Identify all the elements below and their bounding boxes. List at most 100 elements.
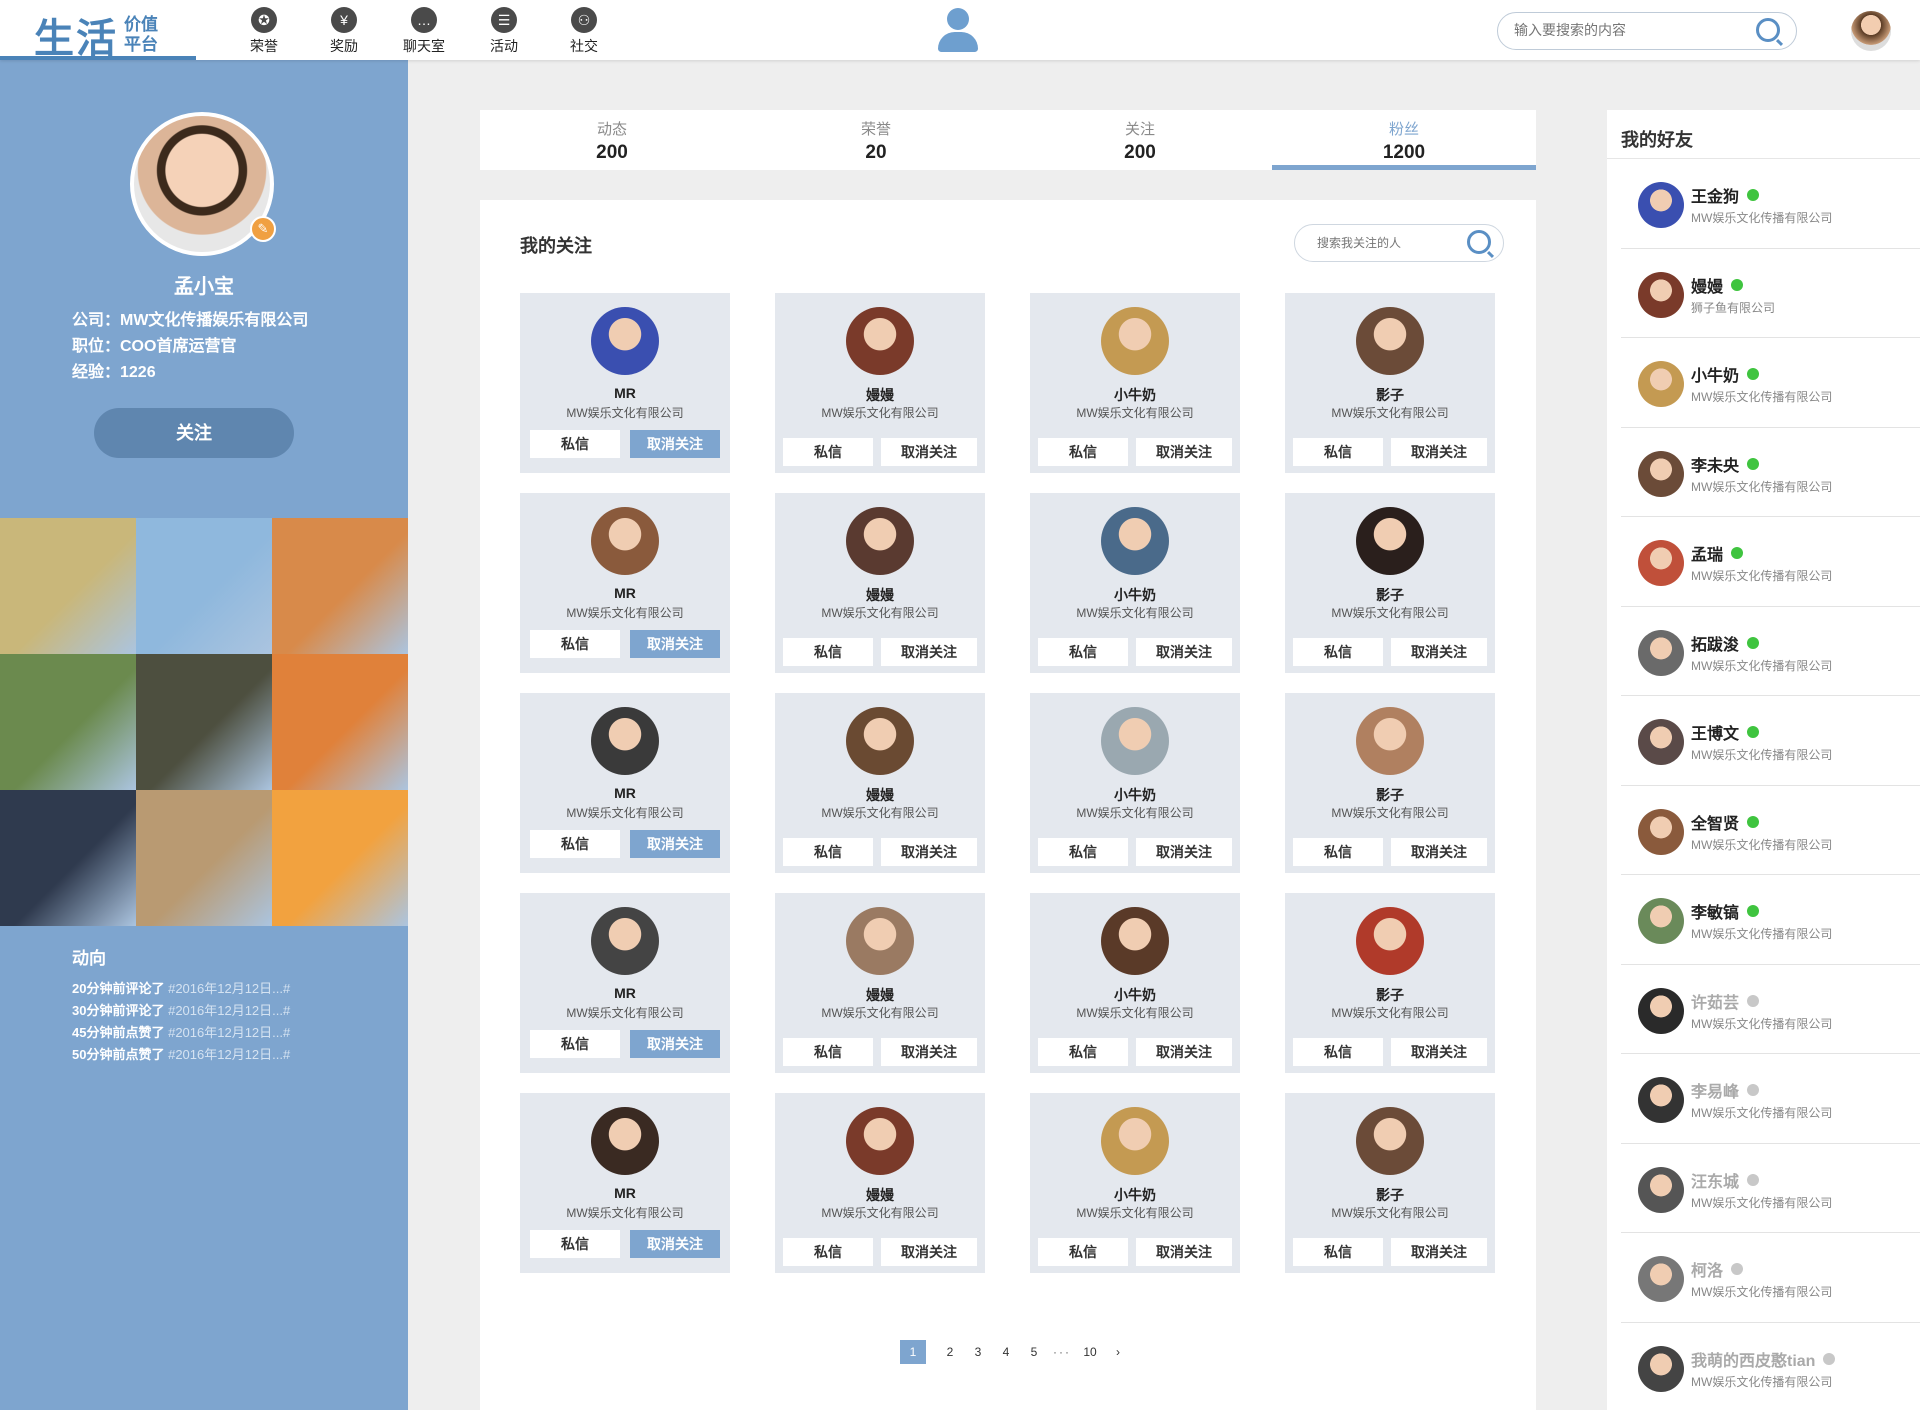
gallery-photo[interactable] (136, 518, 272, 654)
friend-avatar[interactable] (1638, 1166, 1684, 1213)
following-name[interactable]: MR (520, 985, 730, 1001)
friend-item[interactable]: 我萌的西皮憨tian MW娱乐文化传播有限公司 (1621, 1323, 1920, 1410)
stat-tab-0[interactable]: 动态 200 (480, 110, 744, 170)
following-avatar[interactable] (1101, 707, 1169, 775)
page-4[interactable]: 4 (994, 1340, 1018, 1364)
friend-avatar[interactable] (1638, 719, 1684, 765)
activity-tag[interactable]: #2016年12月12日...# (168, 981, 290, 996)
activity-tag[interactable]: #2016年12月12日...# (168, 1047, 290, 1062)
page-10[interactable]: 10 (1078, 1340, 1102, 1364)
unfollow-button[interactable]: 取消关注 (630, 830, 720, 858)
following-avatar[interactable] (1101, 507, 1169, 575)
message-button[interactable]: 私信 (1293, 1038, 1383, 1066)
following-name[interactable]: 影子 (1285, 785, 1495, 805)
following-name[interactable]: MR (520, 585, 730, 601)
stat-tab-3[interactable]: 粉丝 1200 (1272, 110, 1536, 170)
message-button[interactable]: 私信 (530, 430, 620, 458)
search-icon[interactable] (1756, 18, 1780, 42)
unfollow-button[interactable]: 取消关注 (1136, 1238, 1232, 1266)
message-button[interactable]: 私信 (530, 1030, 620, 1058)
friend-avatar[interactable] (1638, 808, 1684, 855)
friend-item[interactable]: 许茹芸 MW娱乐文化传播有限公司 (1621, 965, 1920, 1054)
following-name[interactable]: 嫚嫚 (775, 785, 985, 805)
edit-pencil-icon[interactable]: ✎ (250, 216, 276, 242)
stat-tab-1[interactable]: 荣誉 20 (744, 110, 1008, 170)
message-button[interactable]: 私信 (1038, 1238, 1128, 1266)
unfollow-button[interactable]: 取消关注 (630, 1230, 720, 1258)
gallery-photo[interactable] (272, 518, 408, 654)
friend-avatar[interactable] (1638, 1077, 1684, 1123)
message-button[interactable]: 私信 (1293, 438, 1383, 466)
current-user-avatar[interactable] (1851, 11, 1891, 51)
following-name[interactable]: 小牛奶 (1030, 785, 1240, 805)
unfollow-button[interactable]: 取消关注 (1136, 438, 1232, 466)
following-name[interactable]: 影子 (1285, 1185, 1495, 1205)
following-avatar[interactable] (591, 907, 659, 975)
friend-item[interactable]: 嫚嫚 狮子鱼有限公司 (1621, 249, 1920, 338)
unfollow-button[interactable]: 取消关注 (881, 1038, 977, 1066)
message-button[interactable]: 私信 (783, 438, 873, 466)
message-button[interactable]: 私信 (783, 1238, 873, 1266)
message-button[interactable]: 私信 (783, 638, 873, 666)
message-button[interactable]: 私信 (1293, 838, 1383, 866)
following-avatar[interactable] (1356, 907, 1424, 975)
nav-item-4[interactable]: ⚇ 社交 (544, 0, 624, 60)
nav-item-3[interactable]: ☰ 活动 (464, 0, 544, 60)
following-name[interactable]: MR (520, 785, 730, 801)
friend-avatar[interactable] (1638, 987, 1684, 1034)
following-avatar[interactable] (846, 507, 914, 575)
friend-item[interactable]: 小牛奶 MW娱乐文化传播有限公司 (1621, 338, 1920, 428)
following-avatar[interactable] (591, 707, 659, 775)
gallery-photo[interactable] (136, 790, 272, 926)
following-search-input[interactable] (1317, 236, 1457, 250)
friend-item[interactable]: 李未央 MW娱乐文化传播有限公司 (1621, 428, 1920, 517)
following-avatar[interactable] (1101, 1107, 1169, 1175)
nav-item-2[interactable]: … 聊天室 (384, 0, 464, 60)
gallery-photo[interactable] (0, 518, 136, 654)
nav-item-0[interactable]: ✪ 荣誉 (224, 0, 304, 60)
following-name[interactable]: 影子 (1285, 985, 1495, 1005)
following-avatar[interactable] (1356, 1107, 1424, 1175)
follow-button[interactable]: 关注 (94, 408, 294, 458)
message-button[interactable]: 私信 (1293, 1238, 1383, 1266)
page-3[interactable]: 3 (966, 1340, 990, 1364)
message-button[interactable]: 私信 (1038, 638, 1128, 666)
unfollow-button[interactable]: 取消关注 (881, 638, 977, 666)
activity-item[interactable]: 20分钟前评论了 #2016年12月12日...# (72, 978, 290, 1000)
unfollow-button[interactable]: 取消关注 (630, 430, 720, 458)
page-1[interactable]: 1 (900, 1340, 926, 1364)
global-search-input[interactable] (1514, 22, 1744, 38)
message-button[interactable]: 私信 (1038, 838, 1128, 866)
friend-avatar[interactable] (1638, 1256, 1684, 1302)
friend-avatar[interactable] (1638, 450, 1684, 497)
following-avatar[interactable] (1356, 307, 1424, 375)
friend-item[interactable]: 王金狗 MW娱乐文化传播有限公司 (1621, 159, 1920, 249)
friend-item[interactable]: 全智贤 MW娱乐文化传播有限公司 (1621, 786, 1920, 875)
following-name[interactable]: MR (520, 1185, 730, 1201)
unfollow-button[interactable]: 取消关注 (1136, 638, 1232, 666)
unfollow-button[interactable]: 取消关注 (881, 438, 977, 466)
following-name[interactable]: 嫚嫚 (775, 385, 985, 405)
friend-avatar[interactable] (1638, 182, 1684, 228)
next-page-icon[interactable]: › (1106, 1340, 1130, 1364)
friend-item[interactable]: 柯洛 MW娱乐文化传播有限公司 (1621, 1233, 1920, 1323)
unfollow-button[interactable]: 取消关注 (1391, 438, 1487, 466)
gallery-photo[interactable] (136, 654, 272, 790)
friend-avatar[interactable] (1638, 629, 1684, 676)
message-button[interactable]: 私信 (1293, 638, 1383, 666)
following-avatar[interactable] (1356, 507, 1424, 575)
unfollow-button[interactable]: 取消关注 (881, 838, 977, 866)
unfollow-button[interactable]: 取消关注 (630, 1030, 720, 1058)
following-name[interactable]: 影子 (1285, 585, 1495, 605)
activity-tag[interactable]: #2016年12月12日...# (168, 1025, 290, 1040)
following-avatar[interactable] (846, 907, 914, 975)
stat-tab-2[interactable]: 关注 200 (1008, 110, 1272, 170)
search-icon[interactable] (1467, 230, 1491, 254)
following-avatar[interactable] (591, 307, 659, 375)
friend-item[interactable]: 李易峰 MW娱乐文化传播有限公司 (1621, 1054, 1920, 1144)
unfollow-button[interactable]: 取消关注 (1391, 1038, 1487, 1066)
friend-avatar[interactable] (1638, 361, 1684, 407)
unfollow-button[interactable]: 取消关注 (1391, 1238, 1487, 1266)
following-name[interactable]: 小牛奶 (1030, 985, 1240, 1005)
message-button[interactable]: 私信 (783, 1038, 873, 1066)
